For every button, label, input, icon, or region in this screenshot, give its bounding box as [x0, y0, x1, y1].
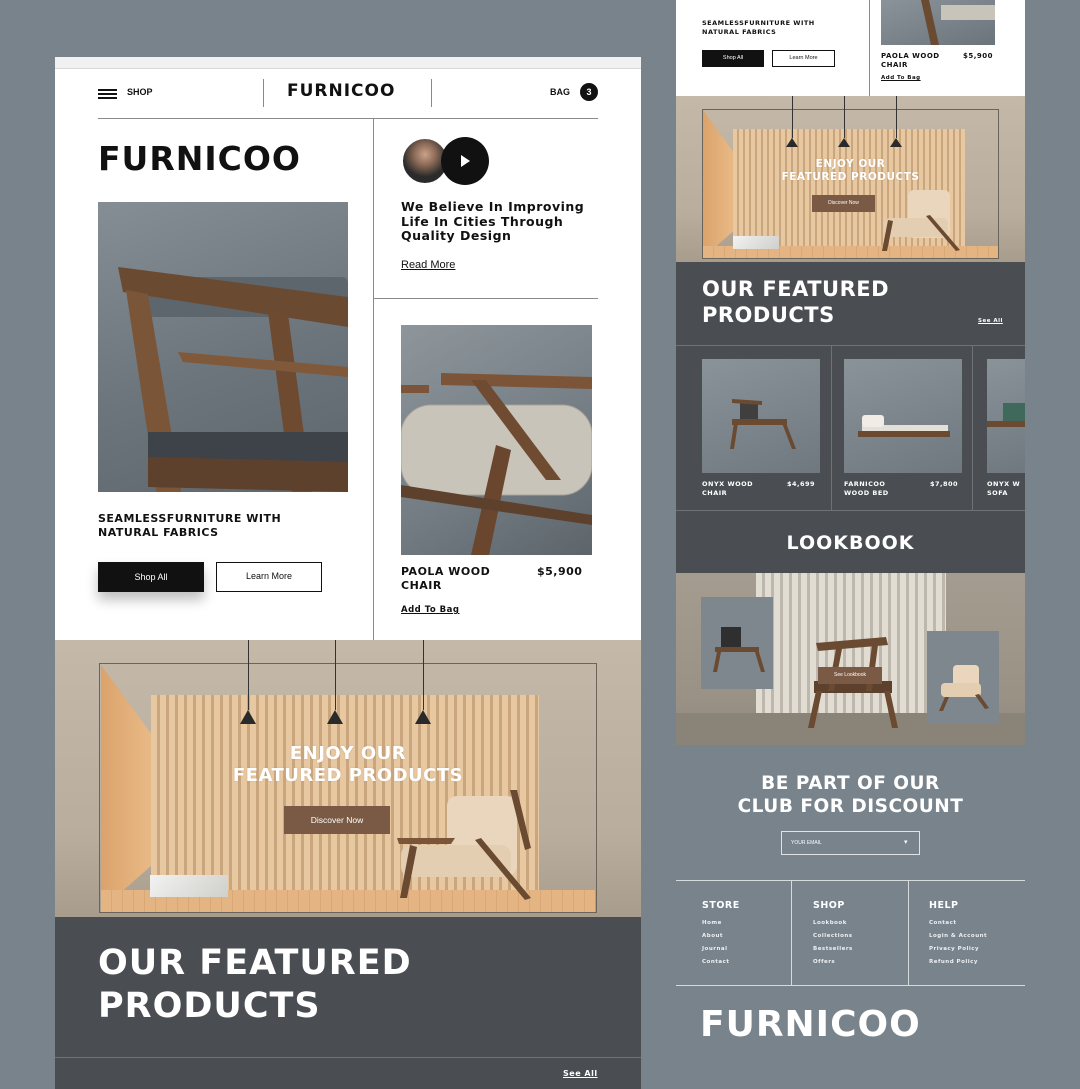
preview-featured-title-line2: PRODUCTS [702, 303, 835, 327]
product-card-price: $4,699 [787, 480, 816, 488]
hero-column-divider [373, 118, 374, 640]
product-chair-image [401, 325, 592, 555]
header-logo[interactable]: FURNICOO [287, 81, 395, 101]
preview-discover-now-button[interactable]: Discover Now [812, 195, 875, 212]
preview-hero-bottom: SEAMLESSFURNITURE WITH NATURAL FABRICS S… [676, 0, 1025, 96]
product-name[interactable]: PAOLA WOOD CHAIR [401, 565, 511, 593]
footer-logo[interactable]: FURNICOO [700, 1004, 921, 1045]
nav-bag-link[interactable]: BAG [550, 87, 570, 97]
newsletter-section: BE PART OF OUR CLUB FOR DISCOUNT YOUR EM… [676, 745, 1025, 881]
read-more-link[interactable]: Read More [401, 259, 455, 271]
hero-chair-image [98, 202, 348, 492]
product-price: $5,900 [537, 565, 583, 578]
page-top-strip [55, 57, 641, 69]
menu-icon[interactable] [98, 89, 117, 99]
preview-tagline: SEAMLESSFURNITURE WITH NATURAL FABRICS [702, 19, 815, 36]
chevron-down-icon[interactable]: ▾ [904, 838, 908, 846]
product-card-image[interactable] [987, 359, 1025, 473]
nav-shop-link[interactable]: SHOP [127, 87, 153, 97]
footer-column-store: STORE Home About Journal Contact [702, 900, 740, 965]
hero-brand-title: FURNICOO [98, 139, 301, 178]
add-to-bag-link[interactable]: Add To Bag [401, 605, 459, 615]
lookbook-title: LOOKBOOK [786, 532, 915, 554]
footer-link[interactable]: Privacy Policy [929, 946, 987, 952]
footer-link[interactable]: Login & Account [929, 933, 987, 939]
see-all-link[interactable]: See All [563, 1069, 598, 1078]
footer-column-shop: SHOP Lookbook Collections Bestsellers Of… [813, 900, 853, 965]
landing-page-scroll-preview: SEAMLESSFURNITURE WITH NATURAL FABRICS S… [676, 0, 1025, 1089]
shop-all-button[interactable]: Shop All [98, 562, 204, 592]
preview-banner-title-line1: ENJOY OUR [815, 158, 886, 170]
learn-more-button[interactable]: Learn More [216, 562, 322, 592]
footer-link[interactable]: Bestsellers [813, 946, 853, 952]
hero-tagline: SEAMLESSFURNITURE WITH NATURAL FABRICS [98, 512, 282, 539]
product-card-image[interactable] [844, 359, 962, 473]
preview-shop-all-button[interactable]: Shop All [702, 50, 764, 67]
footer-link[interactable]: About [702, 933, 740, 939]
product-card-price: $7,800 [930, 480, 959, 488]
preview-add-to-bag-link[interactable]: Add To Bag [881, 75, 921, 81]
product-card-image[interactable] [702, 359, 820, 473]
footer-column-help: HELP Contact Login & Account Privacy Pol… [929, 900, 988, 965]
club-title-line1: BE PART OF OUR [761, 773, 940, 794]
header-divider [98, 118, 598, 119]
footer-link[interactable]: Contact [702, 959, 740, 965]
landing-page-desktop: SHOP FURNICOO BAG 3 FURNICOO SEAMLESSFUR… [55, 57, 641, 1089]
email-input[interactable]: YOUR EMAIL ▾ [781, 831, 920, 855]
featured-products-section: OUR FEATURED PRODUCTS See All [55, 917, 641, 1089]
preview-learn-more-button[interactable]: Learn More [772, 50, 835, 67]
lookbook-gallery: See Lookbook [676, 573, 1025, 745]
preview-product-price: $5,900 [963, 52, 994, 60]
footer-link[interactable]: Home [702, 920, 740, 926]
preview-chair-image [881, 0, 995, 45]
lookbook-main-chair [808, 637, 898, 728]
featured-title-line1: OUR FEATURED [98, 943, 412, 983]
discover-now-button[interactable]: Discover Now [284, 806, 390, 834]
product-card-name[interactable]: ONYX W SOFA [987, 480, 1020, 497]
preview-banner-title-line2: FEATURED PRODUCTS [781, 171, 920, 183]
featured-banner: ENJOY OUR FEATURED PRODUCTS Discover Now [55, 640, 641, 917]
preview-featured-section: OUR FEATURED PRODUCTS See All ONYX WOOD C… [676, 262, 1025, 510]
footer-link[interactable]: Contact [929, 920, 987, 926]
preview-see-all-link[interactable]: See All [978, 318, 1003, 324]
see-lookbook-button[interactable]: See Lookbook [818, 667, 882, 684]
club-title-line2: CLUB FOR DISCOUNT [737, 796, 964, 817]
footer-link[interactable]: Journal [702, 946, 740, 952]
nav-divider [431, 79, 432, 107]
footer-link[interactable]: Refund Policy [929, 959, 987, 965]
product-card-name[interactable]: FARNICOO WOOD BED [844, 480, 889, 497]
site-footer: STORE Home About Journal Contact SHOP Lo… [676, 880, 1025, 1089]
footer-link[interactable]: Collections [813, 933, 853, 939]
preview-featured-title-line1: OUR FEATURED [702, 277, 890, 301]
preview-featured-banner: ENJOY OUR FEATURED PRODUCTS Discover Now [676, 96, 1025, 262]
featured-title-line2: PRODUCTS [98, 986, 321, 1026]
mission-statement: We Believe In Improving Life In Cities T… [401, 199, 585, 243]
footer-link[interactable]: Offers [813, 959, 853, 965]
bag-count-badge[interactable]: 3 [580, 83, 598, 101]
preview-product-name[interactable]: PAOLA WOOD CHAIR [881, 52, 951, 69]
play-video-icon[interactable] [441, 137, 489, 185]
email-placeholder: YOUR EMAIL [791, 840, 822, 846]
nav-divider [263, 79, 264, 107]
product-card-name[interactable]: ONYX WOOD CHAIR [702, 480, 753, 497]
hero-row-divider [373, 298, 598, 299]
banner-title-line2: FEATURED PRODUCTS [232, 765, 464, 786]
banner-title-line1: ENJOY OUR [289, 743, 407, 764]
lookbook-header: LOOKBOOK [676, 510, 1025, 573]
footer-link[interactable]: Lookbook [813, 920, 853, 926]
